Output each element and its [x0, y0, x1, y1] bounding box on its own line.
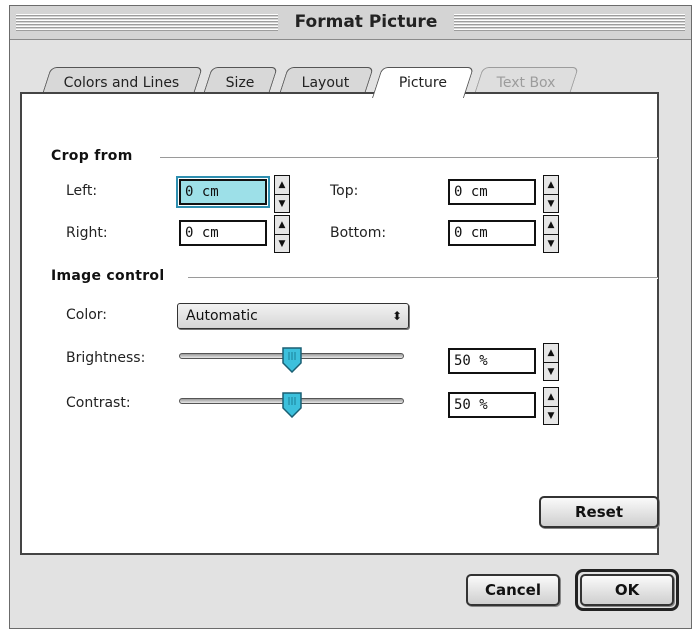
crop-top-stepper[interactable]: ▲ ▼: [543, 175, 559, 213]
stepper-up-icon[interactable]: ▲: [275, 216, 289, 235]
stepper-up-icon[interactable]: ▲: [544, 388, 558, 407]
stepper-up-icon[interactable]: ▲: [544, 176, 558, 195]
crop-top-input[interactable]: 0 cm: [448, 179, 536, 205]
color-select[interactable]: Automatic ⬍: [177, 303, 409, 329]
crop-right-stepper[interactable]: ▲ ▼: [274, 215, 290, 253]
title-bar[interactable]: Format Picture: [10, 6, 691, 40]
title-bar-stripes-left: [16, 14, 278, 31]
crop-bottom-label: Bottom:: [330, 225, 387, 241]
stepper-up-icon[interactable]: ▲: [544, 344, 558, 363]
stepper-down-icon[interactable]: ▼: [275, 235, 289, 253]
stepper-down-icon[interactable]: ▼: [544, 235, 558, 253]
crop-left-input[interactable]: 0 cm: [176, 176, 270, 208]
color-select-value: Automatic: [186, 308, 258, 324]
color-label: Color:: [66, 307, 108, 323]
contrast-slider-thumb[interactable]: [281, 392, 303, 418]
dialog-title: Format Picture: [294, 12, 438, 32]
contrast-stepper[interactable]: ▲ ▼: [543, 387, 559, 425]
stepper-down-icon[interactable]: ▼: [544, 363, 558, 381]
image-control-divider: [188, 277, 658, 279]
crop-bottom-input[interactable]: 0 cm: [448, 220, 536, 246]
crop-left-label: Left:: [66, 183, 98, 199]
brightness-stepper[interactable]: ▲ ▼: [543, 343, 559, 381]
image-control-section-title: Image control: [51, 268, 165, 284]
stepper-down-icon[interactable]: ▼: [275, 195, 289, 213]
ok-button[interactable]: OK: [580, 574, 674, 606]
crop-right-label: Right:: [66, 225, 108, 241]
select-arrows-icon: ⬍: [391, 309, 402, 323]
crop-section-divider: [160, 157, 658, 159]
stepper-down-icon[interactable]: ▼: [544, 407, 558, 425]
stepper-down-icon[interactable]: ▼: [544, 195, 558, 213]
brightness-label: Brightness:: [66, 350, 146, 366]
cancel-button[interactable]: Cancel: [466, 574, 560, 606]
brightness-slider-thumb[interactable]: [281, 347, 303, 373]
crop-right-input[interactable]: 0 cm: [179, 220, 267, 246]
tab-picture[interactable]: Picture: [371, 67, 475, 98]
stepper-up-icon[interactable]: ▲: [544, 216, 558, 235]
crop-top-label: Top:: [330, 183, 359, 199]
crop-left-stepper[interactable]: ▲ ▼: [274, 175, 290, 213]
brightness-input[interactable]: 50 %: [448, 348, 536, 374]
contrast-input[interactable]: 50 %: [448, 392, 536, 418]
crop-bottom-stepper[interactable]: ▲ ▼: [543, 215, 559, 253]
stepper-up-icon[interactable]: ▲: [275, 176, 289, 195]
reset-button[interactable]: Reset: [539, 496, 659, 528]
title-bar-stripes-right: [454, 14, 685, 31]
contrast-label: Contrast:: [66, 395, 131, 411]
crop-section-title: Crop from: [51, 148, 133, 164]
